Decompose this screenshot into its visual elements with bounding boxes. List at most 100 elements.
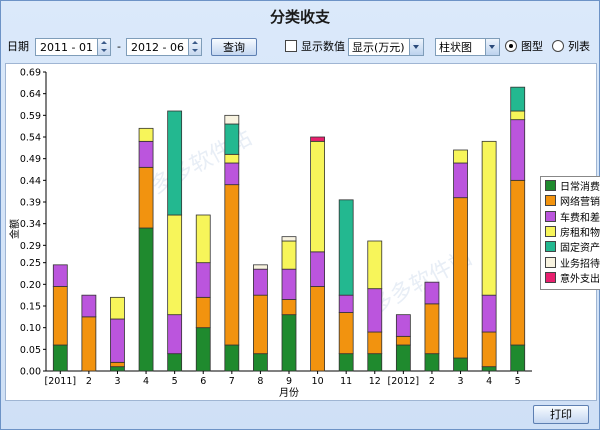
toolbar: 日期 2011 - 01 - 2012 - 06 查询 显示数值 显示(万元) … (1, 33, 599, 61)
y-tick-label: 0.44 (20, 176, 41, 187)
legend-swatch (545, 225, 556, 237)
bar-segment (281, 236, 297, 242)
bar-segment (510, 119, 526, 181)
bar-segment (510, 344, 526, 372)
bar-segment (510, 110, 526, 121)
bar-segment (81, 316, 97, 372)
bar-segment (110, 296, 125, 320)
radio-chart[interactable]: 图型 (505, 38, 543, 56)
x-tick-label: 3 (458, 376, 464, 387)
bar-segment (481, 294, 497, 333)
y-tick-label: 0.25 (20, 258, 41, 269)
y-tick-label: 0.10 (20, 323, 41, 334)
legend-swatch (545, 256, 556, 268)
x-tick-label: 7 (229, 376, 235, 387)
start-date-stepper[interactable]: 2011 - 01 (35, 38, 111, 56)
y-tick-label: 0.34 (20, 219, 41, 230)
bar-segment (424, 353, 440, 372)
x-tick-label: 3 (114, 376, 120, 387)
legend-item: 固定资产 (545, 241, 600, 255)
chevron-down-icon[interactable] (409, 39, 423, 55)
app-window: 分类收支 日期 2011 - 01 - 2012 - 06 查询 显示数值 显示… (0, 0, 600, 430)
bar-segment (281, 268, 297, 300)
y-tick-label: 0.59 (20, 111, 41, 122)
legend-label: 固定资产 (560, 243, 600, 255)
bar-segment (481, 331, 497, 368)
end-date-spin-icon[interactable] (188, 39, 201, 55)
bar-segment (310, 251, 325, 287)
chart-panel: 多多软件站 多多软件站 0.00 0.05 0.10 0.15 0.20 0.25 0.29 0.… (5, 63, 600, 401)
bar-segment (338, 353, 354, 372)
bar-segment (395, 335, 411, 346)
chart-legend: 日常消费网络营销车费和差旅房租和物业固定资产业务招待费意外支出 (540, 176, 600, 290)
footer: 打印 (1, 401, 599, 429)
show-values-checkbox[interactable]: 显示数值 (285, 38, 345, 56)
bar-segment (281, 240, 297, 270)
bar-segment (138, 140, 154, 168)
bar-segment (453, 162, 468, 199)
radio-selected-icon[interactable] (505, 40, 517, 52)
bar-segment (310, 286, 325, 372)
bar-segment (195, 214, 211, 264)
y-tick-label: 0.05 (20, 345, 41, 356)
bar-segment (253, 294, 268, 355)
chart-type-value: 柱状图 (439, 41, 472, 54)
bar-segment (224, 162, 240, 186)
bar-segment (253, 264, 268, 270)
x-tick-label: 4 (143, 376, 149, 387)
radio-list-label: 列表 (568, 40, 590, 53)
legend-swatch (545, 210, 556, 222)
bar-segment (281, 314, 297, 372)
legend-label: 房租和物业 (560, 227, 600, 239)
x-tick-label: 5 (515, 376, 521, 387)
bar-segment (167, 314, 183, 355)
bar-segment (224, 114, 240, 125)
print-button[interactable]: 打印 (533, 405, 589, 424)
bar-segment (195, 296, 211, 329)
bar-segment (138, 166, 154, 229)
x-tick-label: 11 (340, 376, 352, 387)
chevron-down-icon[interactable] (485, 39, 499, 55)
bar-segment (510, 86, 526, 112)
x-tick-label: 2 (86, 376, 92, 387)
stacked-bar-chart: 多多软件站多多软件站0.000.050.100.150.200.250.290.… (8, 68, 532, 399)
query-button[interactable]: 查询 (211, 38, 257, 56)
bar-segment (481, 366, 497, 372)
y-axis-label: 金额 (8, 219, 21, 239)
radio-list[interactable]: 列表 (552, 38, 590, 56)
page-title: 分类收支 (269, 8, 330, 26)
start-date-spin-icon[interactable] (97, 39, 110, 55)
y-tick-label: 0.69 (20, 68, 41, 79)
bar-segment (367, 331, 383, 355)
x-tick-label: 12 (369, 376, 381, 387)
bar-segment (138, 127, 154, 142)
x-axis-label: 月份 (279, 387, 299, 399)
radio-unselected-icon[interactable] (552, 40, 564, 52)
legend-swatch (545, 180, 556, 191)
bar-segment (253, 268, 268, 296)
legend-label: 业务招待费 (560, 258, 600, 270)
legend-label: 车费和差旅 (560, 212, 600, 224)
show-values-label: 显示数值 (301, 40, 345, 53)
y-tick-label: 0.20 (20, 280, 41, 291)
bar-segment (52, 264, 68, 287)
unit-select[interactable]: 显示(万元) (348, 38, 424, 56)
checkbox-icon[interactable] (285, 40, 297, 52)
legend-item: 车费和差旅 (545, 210, 600, 225)
legend-item: 网络营销 (545, 195, 600, 209)
y-tick-label: 0.39 (20, 198, 41, 209)
legend-item: 意外支出 (545, 271, 600, 286)
legend-label: 日常消费 (560, 182, 600, 193)
end-date-stepper[interactable]: 2012 - 06 (126, 38, 202, 56)
legend-swatch (545, 241, 556, 253)
chart-type-select[interactable]: 柱状图 (435, 38, 500, 56)
bar-segment (81, 294, 97, 318)
date-label: 日期 (7, 40, 29, 53)
legend-label: 意外支出 (560, 273, 600, 285)
bar-segment (224, 344, 240, 372)
y-tick-label: 0.64 (20, 89, 41, 100)
legend-label: 网络营销 (560, 197, 600, 209)
bar-segment (52, 286, 68, 346)
bar-segment (195, 327, 211, 372)
y-tick-label: 0.15 (20, 302, 41, 313)
